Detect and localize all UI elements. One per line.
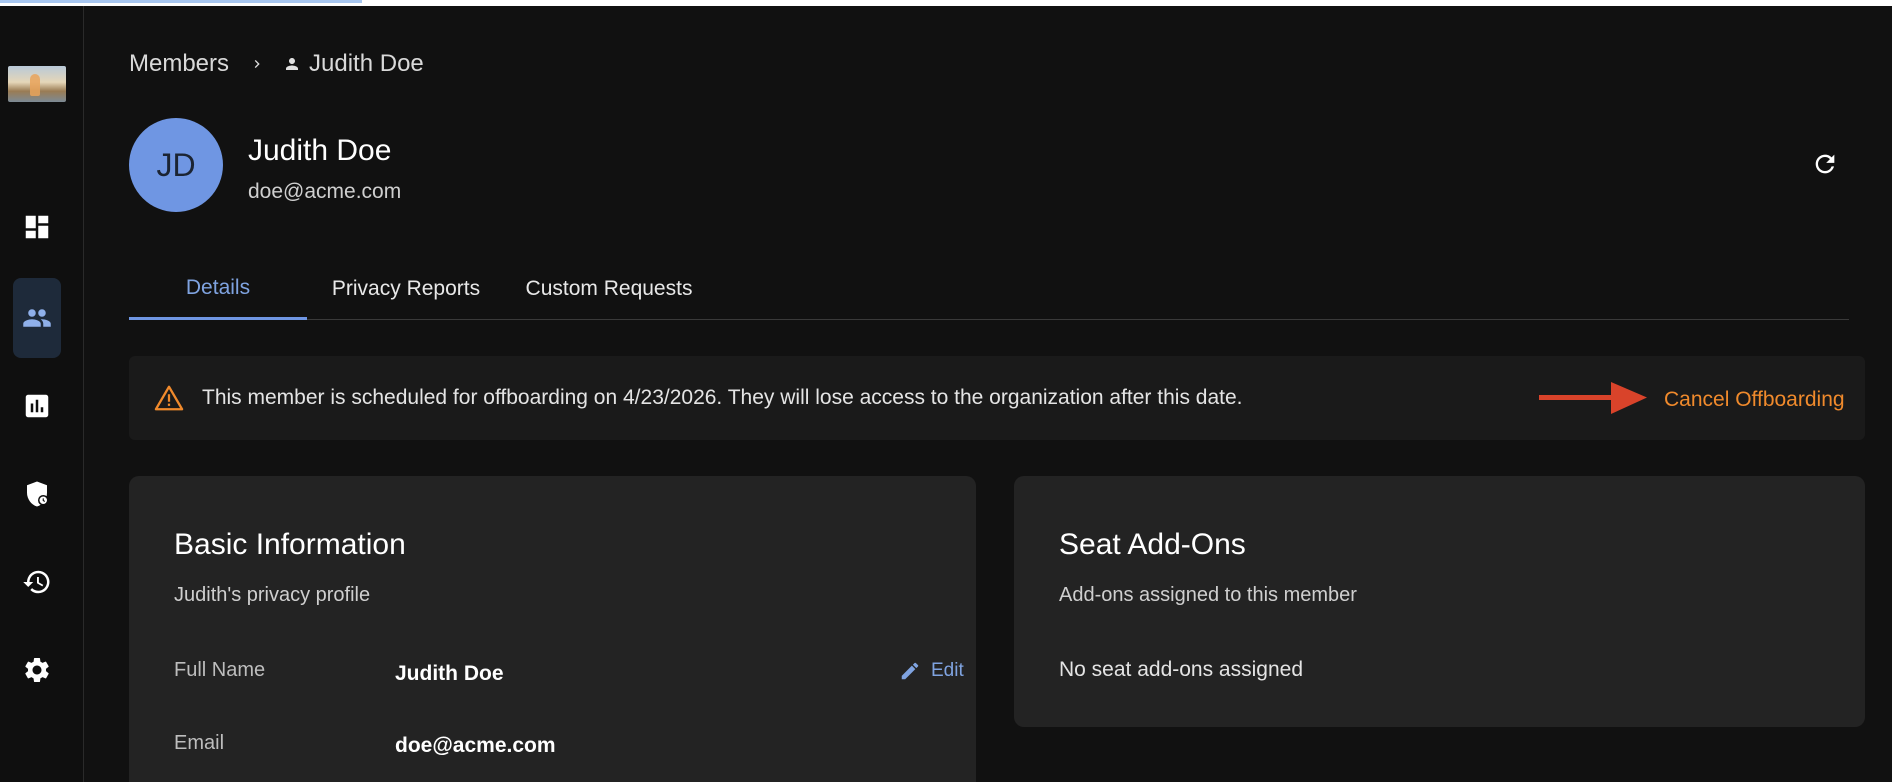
breadcrumb-current: Judith Doe <box>309 50 424 77</box>
full-name-label: Full Name <box>174 659 266 681</box>
card-subtitle: Judith's privacy profile <box>174 584 371 606</box>
full-name-value: Judith Doe <box>395 662 504 685</box>
sidebar <box>0 6 84 782</box>
refresh-button[interactable] <box>1810 149 1840 179</box>
seat-addons-card: Seat Add-Ons Add-ons assigned to this me… <box>1014 476 1865 727</box>
sidebar-item-dashboard[interactable] <box>13 187 61 267</box>
email-value: doe@acme.com <box>395 734 556 757</box>
card-title: Basic Information <box>174 528 406 561</box>
sidebar-item-history[interactable] <box>13 542 61 622</box>
basic-information-card: Basic Information Judith's privacy profi… <box>129 476 976 782</box>
offboarding-message: This member is scheduled for offboarding… <box>202 386 1243 409</box>
pencil-icon <box>901 662 919 680</box>
settings-icon <box>25 658 49 682</box>
sidebar-item-settings[interactable] <box>13 630 61 710</box>
card-title: Seat Add-Ons <box>1059 528 1246 561</box>
tab-privacy-reports[interactable]: Privacy Reports <box>307 258 505 320</box>
breadcrumb: Members Judith Doe <box>129 50 424 78</box>
card-subtitle: Add-ons assigned to this member <box>1059 584 1357 606</box>
tab-custom-requests[interactable]: Custom Requests <box>505 258 713 320</box>
tab-details[interactable]: Details <box>129 258 307 320</box>
chevron-right-icon <box>249 56 265 72</box>
cancel-offboarding-button[interactable]: Cancel Offboarding <box>1664 388 1845 412</box>
dashboard-icon <box>25 215 49 239</box>
refresh-icon <box>1815 154 1835 174</box>
email-label: Email <box>174 732 225 754</box>
security-shield-icon <box>27 481 49 507</box>
top-accent-bar <box>0 0 362 3</box>
avatar: JD <box>129 118 223 212</box>
member-name: Judith Doe <box>248 134 392 167</box>
org-logo[interactable] <box>8 66 66 102</box>
main-content: Members Judith Doe JD Judith Doe doe@acm… <box>84 6 1892 782</box>
warning-icon <box>154 385 184 411</box>
sidebar-item-members[interactable] <box>13 278 61 358</box>
sidebar-item-reports[interactable] <box>13 366 61 446</box>
edit-label: Edit <box>931 660 964 681</box>
empty-state-text: No seat add-ons assigned <box>1059 658 1303 681</box>
arrow-right-icon <box>1539 382 1647 414</box>
reports-icon <box>25 394 49 418</box>
edit-button[interactable]: Edit <box>899 660 964 682</box>
sidebar-item-security[interactable] <box>13 454 61 534</box>
breadcrumb-members-link[interactable]: Members <box>129 50 229 78</box>
members-icon <box>23 309 51 327</box>
person-icon <box>283 55 301 73</box>
member-email: doe@acme.com <box>248 180 402 203</box>
offboarding-banner: This member is scheduled for offboarding… <box>129 356 1865 440</box>
tab-bar: Details Privacy Reports Custom Requests <box>129 258 1849 320</box>
history-icon <box>23 570 50 594</box>
